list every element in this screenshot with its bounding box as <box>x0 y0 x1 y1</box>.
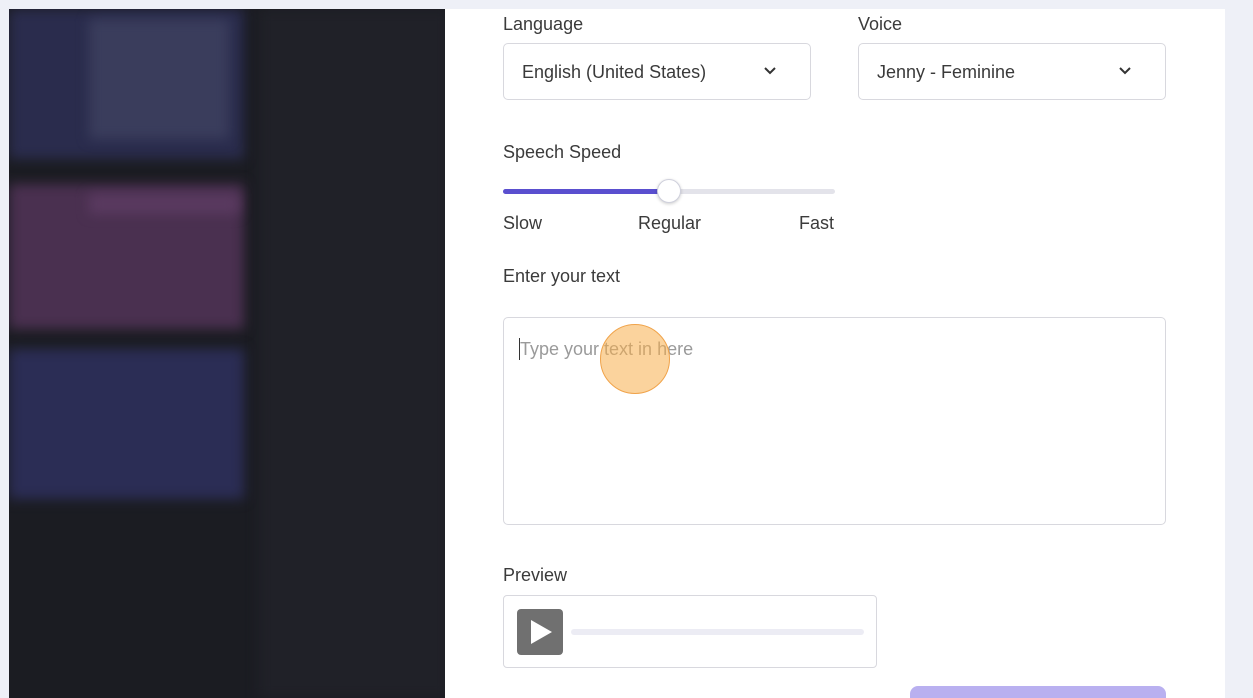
voice-label: Voice <box>858 14 903 34</box>
text-input-label: Enter your text <box>503 266 621 286</box>
background-scene-thumbnail-image <box>89 19 229 139</box>
voice-select[interactable]: Jenny - Feminine <box>858 43 1166 100</box>
speed-tick-fast: Fast <box>799 213 835 233</box>
language-select[interactable]: English (United States) <box>503 43 811 100</box>
speed-tick-slow: Slow <box>503 213 543 233</box>
background-canvas <box>259 9 449 698</box>
generate-button[interactable] <box>910 686 1166 698</box>
play-button[interactable] <box>517 609 563 655</box>
chevron-down-icon <box>1119 67 1131 75</box>
speech-speed-label: Speech Speed <box>503 142 622 162</box>
preview-progress-bar[interactable] <box>571 629 864 635</box>
preview-player <box>503 595 877 668</box>
text-caret <box>519 338 520 360</box>
speech-speed-fill <box>503 189 669 194</box>
text-to-speech-panel: Language English (United States) Voice J… <box>445 9 1225 698</box>
background-scene-thumbnail-image <box>89 194 239 214</box>
language-select-value: English (United States) <box>522 62 707 82</box>
background-scene-thumbnail <box>9 349 244 499</box>
speech-speed-thumb[interactable] <box>657 179 681 203</box>
play-icon <box>531 620 552 644</box>
language-label: Language <box>503 14 584 34</box>
voice-select-value: Jenny - Feminine <box>877 62 1016 82</box>
click-indicator <box>600 324 670 394</box>
preview-label: Preview <box>503 565 568 585</box>
chevron-down-icon <box>764 67 776 75</box>
speed-tick-regular: Regular <box>638 213 702 233</box>
